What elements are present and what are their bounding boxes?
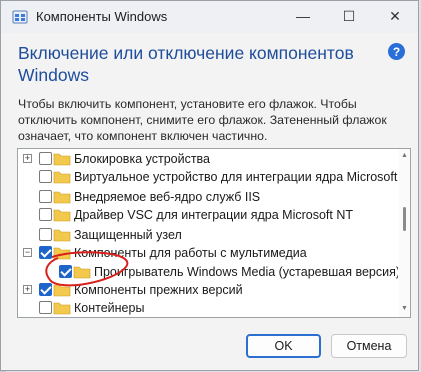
tree-item[interactable]: + Компоненты прежних версий: [18, 281, 398, 300]
window-title: Компоненты Windows: [36, 9, 168, 24]
features-tree[interactable]: + Блокировка устройства Виртуальное устрой…: [17, 148, 411, 318]
tree-item-label: Проигрыватель Windows Media (устаревшая …: [94, 265, 398, 279]
feature-checkbox[interactable]: [39, 170, 52, 183]
scroll-down-icon[interactable]: ▼: [401, 305, 408, 312]
folder-icon: [53, 229, 71, 242]
scroll-up-icon[interactable]: ▲: [401, 152, 408, 159]
feature-checkbox[interactable]: [39, 283, 52, 296]
tree-item[interactable]: Проигрыватель Windows Media (устаревшая …: [18, 263, 398, 282]
tree-item[interactable]: Драйвер VSC для интеграции ядра Microsof…: [18, 206, 398, 225]
folder-icon: [73, 266, 91, 279]
feature-checkbox[interactable]: [39, 246, 52, 259]
tree-item-label: Компоненты прежних версий: [74, 283, 243, 297]
tree-item[interactable]: + Блокировка устройства: [18, 150, 398, 169]
instructions-text: Чтобы включить компонент, установите его…: [18, 97, 387, 143]
folder-icon: [53, 191, 71, 204]
cancel-button[interactable]: Отмена: [331, 334, 407, 358]
minimize-button[interactable]: —: [281, 1, 325, 31]
feature-checkbox[interactable]: [39, 301, 52, 314]
folder-icon: [53, 284, 71, 297]
folder-icon: [53, 247, 71, 260]
folder-icon: [53, 302, 71, 315]
ok-button[interactable]: OK: [246, 334, 321, 358]
page-heading: Включение или отключение компонентов Win…: [18, 43, 354, 85]
feature-checkbox[interactable]: [39, 228, 52, 241]
tree-item-label: Компоненты для работы с мультимедиа: [74, 246, 307, 260]
dialog-window: Компоненты Windows — ☐ ✕ Включение или о…: [0, 0, 419, 371]
vertical-scrollbar[interactable]: ▲ ▼: [399, 149, 410, 317]
tree-item-label: Драйвер VSC для интеграции ядра Microsof…: [74, 208, 353, 222]
tree-item-label: Защищенный узел: [74, 228, 182, 242]
tree-item-label: Блокировка устройства: [74, 152, 211, 166]
tree-item[interactable]: Виртуальное устройство для интеграции яд…: [18, 168, 398, 187]
feature-checkbox[interactable]: [39, 190, 52, 203]
feature-checkbox[interactable]: [39, 152, 52, 165]
close-icon: ✕: [389, 7, 401, 24]
maximize-icon: ☐: [342, 7, 356, 24]
windows-features-icon: [12, 10, 28, 24]
tree-item-label: Виртуальное устройство для интеграции яд…: [74, 170, 398, 184]
tree-item[interactable]: Внедряемое веб-ядро служб IIS: [18, 188, 398, 207]
minimize-icon: —: [296, 8, 310, 24]
maximize-button[interactable]: ☐: [327, 1, 371, 31]
tree-item-label: Внедряемое веб-ядро служб IIS: [74, 190, 261, 204]
close-button[interactable]: ✕: [373, 1, 417, 31]
folder-icon: [53, 171, 71, 184]
feature-checkbox[interactable]: [59, 265, 72, 278]
tree-item[interactable]: Защищенный узел: [18, 226, 398, 245]
expand-icon[interactable]: +: [23, 285, 32, 294]
folder-icon: [53, 153, 71, 166]
feature-checkbox[interactable]: [39, 208, 52, 221]
collapse-icon[interactable]: −: [23, 248, 32, 257]
tree-item-label: Контейнеры: [74, 301, 145, 315]
scrollbar-thumb[interactable]: [403, 207, 406, 231]
expand-icon[interactable]: +: [23, 154, 32, 163]
tree-item[interactable]: − Компоненты для работы с мультимедиа: [18, 244, 398, 263]
folder-icon: [53, 209, 71, 222]
tree-item[interactable]: Контейнеры: [18, 299, 398, 317]
help-icon[interactable]: ?: [388, 43, 405, 60]
title-bar[interactable]: Компоненты Windows — ☐ ✕: [1, 1, 418, 33]
